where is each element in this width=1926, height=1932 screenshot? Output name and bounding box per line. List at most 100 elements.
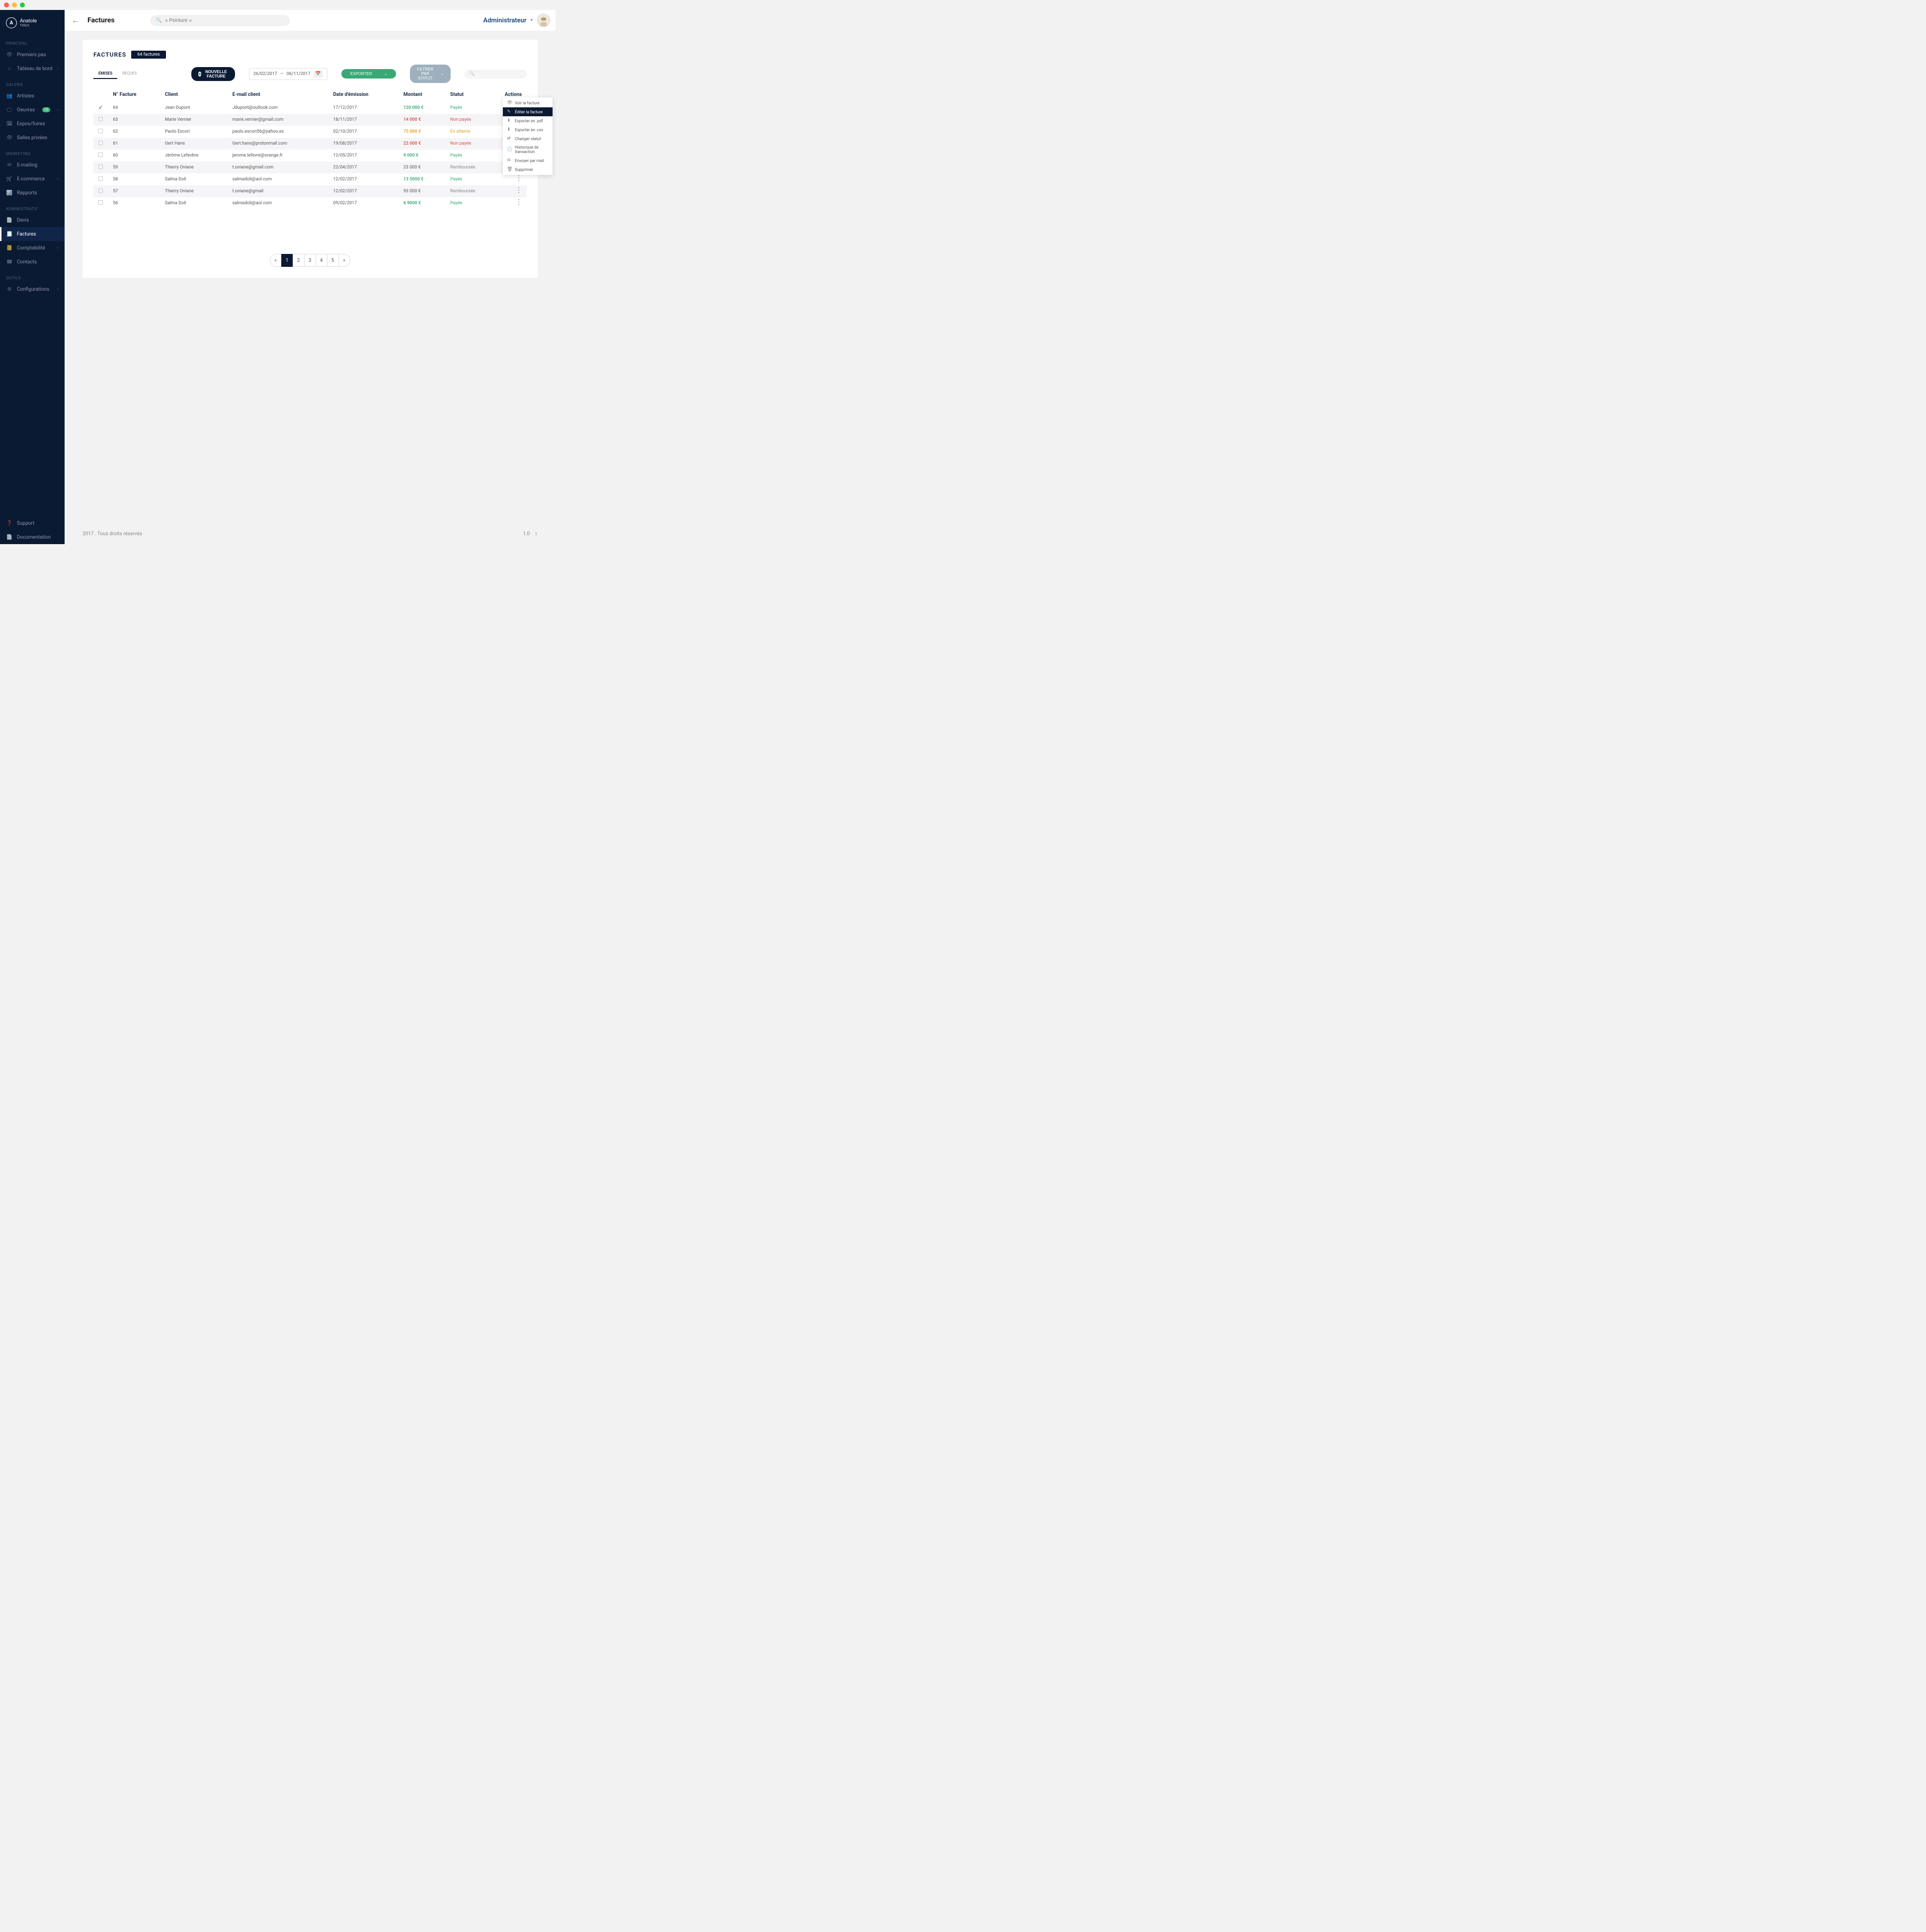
table-row[interactable]: 59Thierry Onianet.oniane@gmail.com22/04/… <box>93 161 527 173</box>
sidebar-item-expos-foires[interactable]: 🗓Expos/foires <box>0 117 65 131</box>
sidebar-item-e-mailing[interactable]: ✉E-mailing <box>0 158 65 172</box>
page-prev[interactable]: « <box>270 254 282 267</box>
checkbox[interactable] <box>98 129 103 133</box>
checkbox[interactable] <box>98 176 103 181</box>
close-window-icon[interactable] <box>4 2 9 7</box>
sidebar-item-label: Documentation <box>17 535 51 540</box>
table-row[interactable]: 57Thierry Onianet.oniane@gmail12/02/2017… <box>93 185 527 197</box>
sidebar-group-title: GALERIE <box>0 76 65 89</box>
checkbox[interactable] <box>98 164 103 169</box>
sidebar-item-configurations[interactable]: ⚙Configurations› <box>0 282 65 296</box>
ctx-voir-la-facture[interactable]: 👁Voir la facture <box>503 98 553 107</box>
ctx--diter-la-facture[interactable]: ✎Éditer la facture <box>503 107 553 116</box>
sidebar-item-oeuvres[interactable]: 🖵Oeuvres15› <box>0 103 65 117</box>
checkbox[interactable] <box>98 153 103 157</box>
col-num[interactable]: N° Facture <box>108 88 160 101</box>
checkbox[interactable] <box>98 141 103 145</box>
new-invoice-button[interactable]: + NOUVELLE FACTURE <box>191 67 235 81</box>
cell-num: 57 <box>108 185 160 197</box>
ctx-label: Supprimer <box>515 167 533 172</box>
filter-status-button[interactable]: FILTRER PAR STATUT ⌄ <box>410 65 450 83</box>
row-actions-button[interactable]: ⋮ <box>515 198 522 206</box>
cell-num: 63 <box>108 114 160 126</box>
sidebar-item-contacts[interactable]: ☎Contacts <box>0 255 65 269</box>
maximize-window-icon[interactable] <box>20 2 25 7</box>
checkbox[interactable] <box>98 200 103 205</box>
cell-num: 56 <box>108 197 160 209</box>
sidebar-item-support[interactable]: ❓Support <box>0 516 65 530</box>
check-icon[interactable]: ✓ <box>98 104 103 111</box>
sidebar-item-artistes[interactable]: 👥 Artistes <box>0 89 65 103</box>
col-client[interactable]: Client <box>160 88 228 101</box>
ctx-envoyer-par-mail[interactable]: ✉Envoyer par mail <box>503 156 553 165</box>
sidebar-item-rapports[interactable]: 📊Rapports <box>0 186 65 200</box>
minimize-window-icon[interactable] <box>12 2 17 7</box>
cell-status: Non payée <box>445 114 500 126</box>
export-button[interactable]: EXPORTER ⌄ <box>341 69 397 79</box>
global-search[interactable]: 🔍 <box>151 15 290 26</box>
page-3[interactable]: 3 <box>304 254 316 267</box>
date-from: 26/02/2017 <box>253 72 277 77</box>
row-actions-button[interactable]: ⋮ <box>515 186 522 194</box>
ctx-changer-statut[interactable]: ⇄Changer statut <box>503 134 553 143</box>
checkbox[interactable] <box>98 117 103 121</box>
toolbar: EMISESREÇUES + NOUVELLE FACTURE 26/02/20… <box>93 65 527 83</box>
sidebar-item-devis[interactable]: 📄Devis <box>0 213 65 227</box>
page-2[interactable]: 2 <box>293 254 305 267</box>
trash-icon: 🗑 <box>507 167 512 172</box>
sidebar-item-documentation[interactable]: 📄Documentation <box>0 530 65 544</box>
ctx-exporter-en-csv[interactable]: ⬇Exporter en .csv <box>503 125 553 134</box>
brand-subtitle: TOOLS <box>20 24 37 27</box>
col-email[interactable]: E-mail client <box>228 88 328 101</box>
cell-amount: 13 5000 € <box>399 173 445 185</box>
brand-name: Anatole <box>20 19 37 24</box>
monitor-icon: 🖵 <box>6 106 13 113</box>
sidebar-item-tableau-de-bord[interactable]: ⌂Tableau de bord› <box>0 62 65 76</box>
avatar[interactable] <box>537 13 551 27</box>
page-4[interactable]: 4 <box>316 254 327 267</box>
back-to-top-button[interactable]: ↑ <box>535 530 538 537</box>
table-search[interactable]: 🔍 <box>465 70 527 79</box>
table-search-input[interactable] <box>477 72 522 77</box>
date-range-picker[interactable]: 26/02/2017 — 06/11/2017 📅 <box>249 68 327 80</box>
table-row[interactable]: 63Marie Verniermarie.vernier@gmail.com18… <box>93 114 527 126</box>
page-next[interactable]: » <box>338 254 350 267</box>
chevron-down-icon: ⌄ <box>440 72 444 76</box>
sidebar-item-salles-priv-es[interactable]: 👁Salles privées <box>0 131 65 145</box>
table-row[interactable]: 61Gert HansGert.hans@protonmail.com19/08… <box>93 138 527 150</box>
col-status[interactable]: Statut <box>445 88 500 101</box>
sidebar-item-premiers-pas[interactable]: 👁Premiers pas <box>0 48 65 62</box>
ctx-exporter-en-pdf[interactable]: ⬇Exporter en .pdf <box>503 116 553 125</box>
row-actions-button[interactable]: ⋮ <box>515 174 522 182</box>
ctx-supprimer[interactable]: 🗑Supprimer <box>503 165 553 174</box>
cell-date: 18/11/2017 <box>328 114 398 126</box>
sidebar-item-label: Artistes <box>17 93 34 99</box>
cell-num: 58 <box>108 173 160 185</box>
table-row[interactable]: ✓64Jean DupontJdupont@outlook.com17/12/2… <box>93 101 527 114</box>
back-button[interactable]: ← <box>70 13 81 27</box>
tab-reçues[interactable]: REÇUES <box>117 69 142 79</box>
page-5[interactable]: 5 <box>327 254 339 267</box>
avatar-icon <box>538 14 550 26</box>
tab-emises[interactable]: EMISES <box>93 69 117 79</box>
col-amount[interactable]: Montant <box>399 88 445 101</box>
cell-status: En attente <box>445 126 500 138</box>
table-row[interactable]: 56Salma Dolisalmadoli@aol.com09/02/20176… <box>93 197 527 209</box>
search-input[interactable] <box>165 18 284 23</box>
sidebar-item-comptabilit-[interactable]: 📒Comptabilité› <box>0 241 65 255</box>
eye-icon: 👁 <box>6 51 13 58</box>
cell-client: Jean Dupont <box>160 101 228 114</box>
cell-status: Remboursée <box>445 161 500 173</box>
table-row[interactable]: 58Salma Dolisalmadoli@aol.com12/02/20171… <box>93 173 527 185</box>
page-1[interactable]: 1 <box>281 254 293 267</box>
user-menu[interactable]: Administrateur ▾ <box>483 13 551 27</box>
table-row[interactable]: 60Jérôme Lefevbrejerome.lefevre@orange.f… <box>93 150 527 161</box>
sidebar-item-label: E-mailing <box>17 162 37 168</box>
sidebar-item-factures[interactable]: 🧾Factures <box>0 227 65 241</box>
col-date[interactable]: Date d'émission <box>328 88 398 101</box>
users-icon: 👥 <box>6 92 13 99</box>
sidebar-item-e-commerce[interactable]: 🛒E-commerce› <box>0 172 65 186</box>
ctx-historique-de-transaction[interactable]: 🕘Historique de transaction <box>503 143 553 156</box>
checkbox[interactable] <box>98 188 103 193</box>
table-row[interactable]: 62Paolo Escoripaolo.escori56@yahoo.es02/… <box>93 126 527 138</box>
